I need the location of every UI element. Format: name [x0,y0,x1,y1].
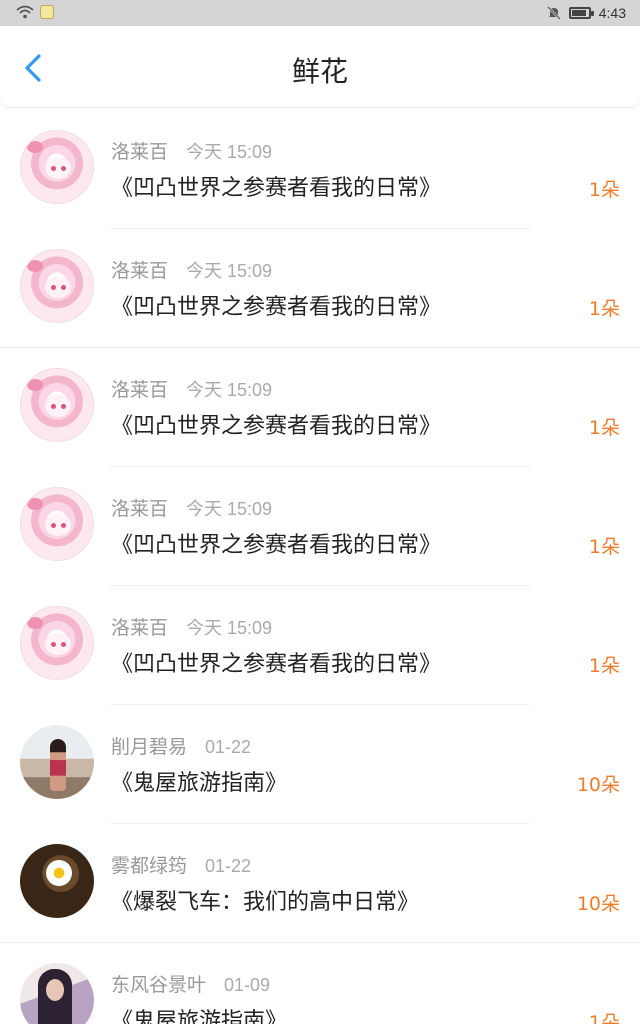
book-title[interactable]: 《鬼屋旅游指南》 [111,769,287,799]
page-title: 鲜花 [291,55,348,88]
flower-count: 10朵 [576,893,620,915]
book-title[interactable]: 《凹凸世界之参赛者看我的日常》 [111,293,441,323]
user-name: 洛莱百 [111,141,169,163]
book-title[interactable]: 《凹凸世界之参赛者看我的日常》 [111,174,441,204]
timestamp: 今天 15:09 [186,261,273,281]
avatar[interactable] [20,368,94,442]
flower-count: 1朵 [588,536,620,558]
flower-count: 1朵 [588,417,620,439]
list-item[interactable]: 洛莱百 今天 15:09 《凹凸世界之参赛者看我的日常》 1朵 [0,348,640,467]
wifi-icon [16,5,34,19]
flower-list: 洛莱百 今天 15:09 《凹凸世界之参赛者看我的日常》 1朵 洛莱百 今天 15:… [0,110,640,1024]
user-name-line: 雾都绿筠 01-22 [111,854,251,878]
user-name-line: 削月碧易 01-22 [111,735,251,759]
avatar[interactable] [20,249,94,323]
list-item[interactable]: 雾都绿筠 01-22 《爆裂飞车：我们的高中日常》 10朵 [0,824,640,943]
user-name-line: 洛莱百 今天 15:09 [111,140,272,164]
list-item[interactable]: 洛莱百 今天 15:09 《凹凸世界之参赛者看我的日常》 1朵 [0,467,640,586]
book-title[interactable]: 《凹凸世界之参赛者看我的日常》 [111,531,441,561]
avatar[interactable] [20,606,94,680]
timestamp: 今天 15:09 [186,618,273,638]
user-name-line: 洛莱百 今天 15:09 [111,378,272,402]
list-item[interactable]: 洛莱百 今天 15:09 《凹凸世界之参赛者看我的日常》 1朵 [0,110,640,229]
list-item[interactable]: 东风谷景叶 01-09 《鬼屋旅游指南》 1朵 [0,943,640,1024]
avatar[interactable] [20,487,94,561]
timestamp: 今天 15:09 [186,499,273,519]
timestamp: 01-09 [224,975,271,995]
user-name-line: 东风谷景叶 01-09 [111,973,270,997]
status-bar: 4:43 [0,0,640,26]
flower-count: 10朵 [576,774,620,796]
avatar[interactable] [20,725,94,799]
avatar[interactable] [20,844,94,918]
timestamp: 01-22 [205,856,252,876]
user-name-line: 洛莱百 今天 15:09 [111,497,272,521]
user-name-line: 洛莱百 今天 15:09 [111,259,272,283]
header: 鲜花 [0,26,640,108]
app-badge-icon [40,5,54,19]
book-title[interactable]: 《凹凸世界之参赛者看我的日常》 [111,412,441,442]
flower-count: 1朵 [588,298,620,320]
user-name: 雾都绿筠 [111,855,188,877]
list-item[interactable]: 削月碧易 01-22 《鬼屋旅游指南》 10朵 [0,705,640,824]
timestamp: 今天 15:09 [186,142,273,162]
avatar[interactable] [20,130,94,204]
book-title[interactable]: 《凹凸世界之参赛者看我的日常》 [111,650,441,680]
list-item[interactable]: 洛莱百 今天 15:09 《凹凸世界之参赛者看我的日常》 1朵 [0,229,640,348]
flower-count: 1朵 [588,655,620,677]
flower-count: 1朵 [588,179,620,201]
user-name: 洛莱百 [111,617,169,639]
user-name: 东风谷景叶 [111,974,207,996]
user-name: 洛莱百 [111,260,169,282]
battery-icon [568,7,594,19]
list-item[interactable]: 洛莱百 今天 15:09 《凹凸世界之参赛者看我的日常》 1朵 [0,586,640,705]
flower-count: 1朵 [588,1012,620,1024]
user-name: 削月碧易 [111,736,188,758]
book-title[interactable]: 《爆裂飞车：我们的高中日常》 [111,888,419,918]
user-name: 洛莱百 [111,379,169,401]
avatar[interactable] [20,963,94,1024]
status-time: 4:43 [598,5,626,21]
book-title[interactable]: 《鬼屋旅游指南》 [111,1007,287,1024]
mute-icon [546,6,561,20]
timestamp: 今天 15:09 [186,380,273,400]
timestamp: 01-22 [205,737,252,757]
user-name: 洛莱百 [111,498,169,520]
user-name-line: 洛莱百 今天 15:09 [111,616,272,640]
